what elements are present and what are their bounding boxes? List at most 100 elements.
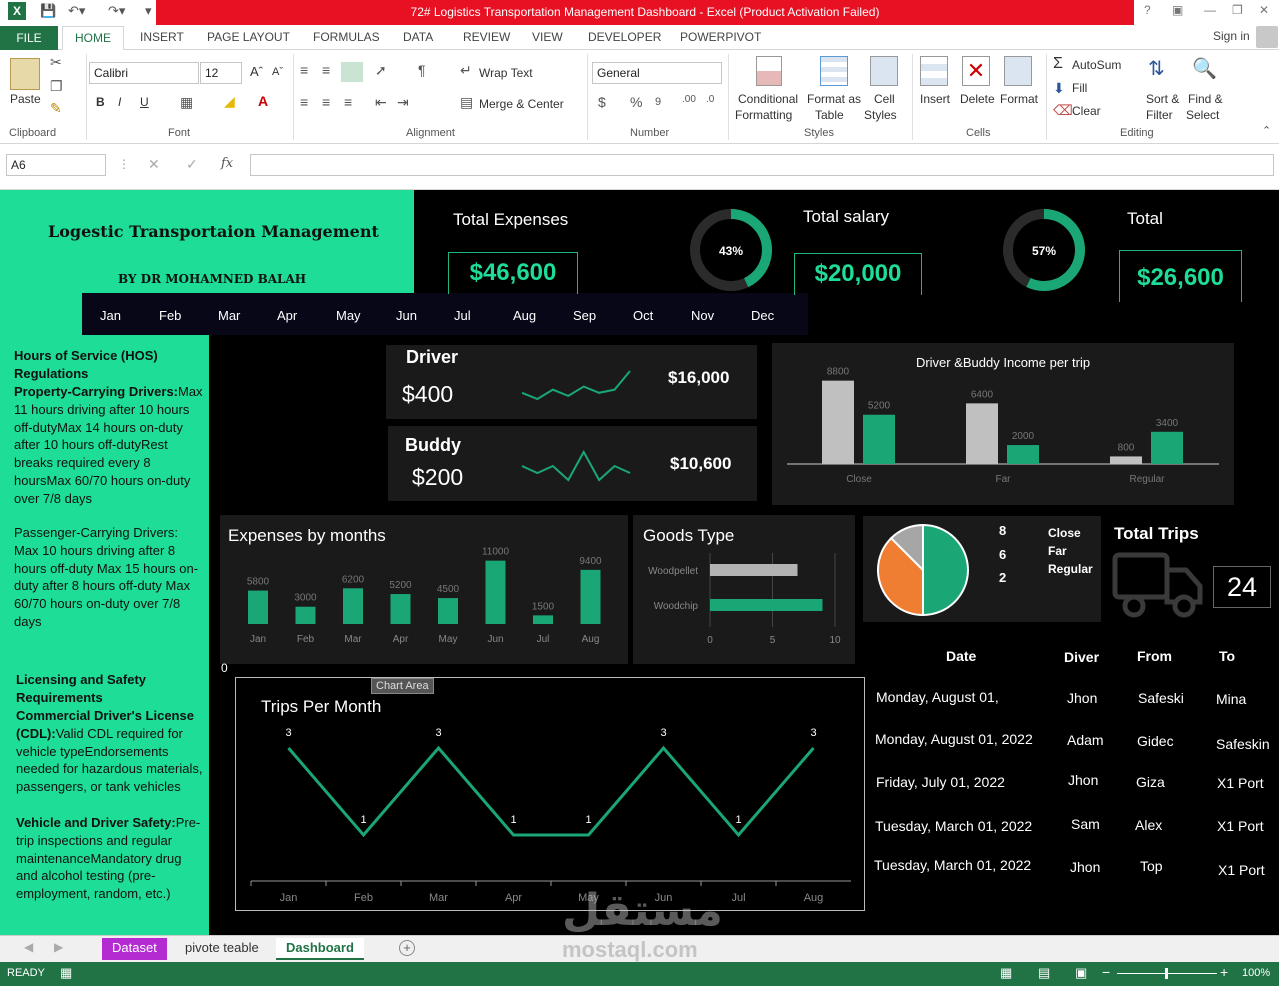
restore-icon[interactable]: ❐ (1232, 3, 1243, 17)
tab-review[interactable]: REVIEW (463, 30, 510, 44)
tab-formulas[interactable]: FORMULAS (313, 30, 380, 44)
page-break-view-icon[interactable]: ▣ (1075, 965, 1087, 981)
merge-center-icon[interactable]: ▤ (460, 94, 473, 111)
increase-indent-icon[interactable]: ⇥ (397, 94, 409, 111)
minimize-icon[interactable]: — (1204, 3, 1216, 17)
align-right-icon[interactable]: ≡ (344, 94, 352, 110)
month-button-mar[interactable]: Mar (218, 308, 240, 323)
month-button-jun[interactable]: Jun (396, 308, 417, 323)
find-select-label2[interactable]: Select (1186, 108, 1219, 122)
add-sheet-icon[interactable]: + (399, 940, 415, 956)
customize-qat-icon[interactable]: ▾ (145, 3, 152, 19)
delete-cells-icon[interactable]: ✕ (962, 56, 990, 86)
fill-icon[interactable]: ⬇ (1053, 80, 1065, 97)
cancel-entry-icon[interactable]: ✕ (148, 156, 160, 173)
find-select-icon[interactable]: 🔍 (1192, 56, 1217, 81)
number-format-select[interactable]: General (592, 62, 722, 84)
format-cells-icon[interactable] (1004, 56, 1032, 86)
month-button-jul[interactable]: Jul (454, 308, 471, 323)
sort-filter-label1[interactable]: Sort & (1146, 92, 1179, 106)
tab-powerpivot[interactable]: POWERPIVOT (680, 30, 761, 44)
user-avatar-icon[interactable] (1256, 26, 1278, 48)
font-color-icon[interactable]: A (258, 93, 268, 109)
sheet-tab-dashboard[interactable]: Dashboard (276, 938, 364, 960)
format-as-table-icon[interactable] (820, 56, 848, 86)
fill-color-icon[interactable]: ◢ (224, 93, 235, 110)
copy-icon[interactable]: ❐ (50, 78, 63, 95)
trips-per-month-chart[interactable]: Trips Per Month 3 Jan 1 Feb 3 Mar 1 Apr 1 May 3 Jun… (235, 677, 865, 911)
align-bottom-icon[interactable] (341, 62, 363, 82)
month-button-nov[interactable]: Nov (691, 308, 714, 323)
font-name-select[interactable]: Calibri (89, 62, 199, 84)
cell-styles-label2[interactable]: Styles (864, 108, 897, 122)
page-layout-view-icon[interactable]: ▤ (1038, 965, 1050, 981)
tab-page-layout[interactable]: PAGE LAYOUT (207, 30, 290, 44)
wrap-text-button[interactable]: Wrap Text (479, 66, 533, 80)
tab-data[interactable]: DATA (403, 30, 433, 44)
decrease-decimal-icon[interactable]: .0 (706, 94, 714, 105)
cell-styles-icon[interactable] (870, 56, 898, 86)
conditional-formatting-label1[interactable]: Conditional (738, 92, 798, 106)
paste-button[interactable]: Paste (10, 92, 41, 106)
undo-icon[interactable]: ↶▾ (68, 3, 85, 19)
text-direction-icon[interactable]: ¶ (418, 62, 426, 78)
delete-cells-button[interactable]: Delete (960, 92, 995, 106)
align-middle-icon[interactable]: ≡ (322, 62, 330, 78)
normal-view-icon[interactable]: ▦ (1000, 965, 1012, 981)
month-button-apr[interactable]: Apr (277, 308, 297, 323)
align-left-icon[interactable]: ≡ (300, 94, 308, 110)
sheet-tab-dataset[interactable]: Dataset (102, 938, 167, 960)
conditional-formatting-label2[interactable]: Formatting (735, 108, 792, 122)
close-icon[interactable]: ✕ (1259, 3, 1269, 17)
collapse-ribbon-icon[interactable]: ⌃ (1262, 124, 1271, 137)
conditional-formatting-icon[interactable] (756, 56, 782, 86)
paste-icon[interactable] (10, 58, 40, 90)
percent-icon[interactable]: % (630, 94, 642, 110)
comma-icon[interactable]: 9 (655, 96, 661, 108)
wrap-text-icon[interactable]: ↵ (460, 62, 472, 79)
shrink-font-icon[interactable]: Aˇ (272, 66, 283, 78)
sign-in-link[interactable]: Sign in (1213, 29, 1250, 43)
month-button-dec[interactable]: Dec (751, 308, 774, 323)
grow-font-icon[interactable]: Aˆ (250, 64, 263, 79)
month-button-sep[interactable]: Sep (573, 308, 596, 323)
save-icon[interactable]: 💾 (40, 3, 56, 19)
ribbon-display-icon[interactable]: ▣ (1172, 3, 1183, 17)
zoom-in-icon[interactable]: + (1220, 964, 1228, 980)
tab-home[interactable]: HOME (62, 26, 124, 51)
redo-icon[interactable]: ↷▾ (108, 3, 125, 19)
zoom-slider-thumb[interactable] (1165, 968, 1168, 979)
align-top-icon[interactable]: ≡ (300, 62, 308, 78)
align-center-icon[interactable]: ≡ (322, 94, 330, 110)
sort-filter-icon[interactable]: ⇅ (1148, 56, 1165, 81)
month-button-may[interactable]: May (336, 308, 361, 323)
help-icon[interactable]: ? (1144, 3, 1151, 17)
decrease-indent-icon[interactable]: ⇤ (375, 94, 387, 111)
italic-icon[interactable]: I (118, 95, 121, 109)
insert-cells-button[interactable]: Insert (920, 92, 950, 106)
format-as-table-label2[interactable]: Table (815, 108, 844, 122)
zoom-out-icon[interactable]: − (1102, 964, 1110, 980)
insert-function-icon[interactable]: fx (221, 156, 233, 171)
increase-decimal-icon[interactable]: .00 (682, 94, 696, 105)
orientation-icon[interactable]: ➚ (375, 62, 387, 79)
month-button-oct[interactable]: Oct (633, 308, 653, 323)
find-select-label1[interactable]: Find & (1188, 92, 1223, 106)
name-box[interactable]: A6 (6, 154, 106, 176)
merge-center-button[interactable]: Merge & Center (479, 97, 564, 111)
format-cells-button[interactable]: Format (1000, 92, 1038, 106)
underline-icon[interactable]: U (140, 95, 149, 109)
currency-icon[interactable]: $ (598, 94, 606, 110)
month-button-feb[interactable]: Feb (159, 308, 181, 323)
tab-view[interactable]: VIEW (532, 30, 563, 44)
tab-developer[interactable]: DEVELOPER (588, 30, 661, 44)
fill-button[interactable]: Fill (1072, 81, 1087, 95)
cut-icon[interactable]: ✂ (50, 54, 62, 71)
format-painter-icon[interactable]: ✎ (50, 100, 62, 117)
scroll-left-icon[interactable]: ◀ (24, 940, 33, 954)
font-size-select[interactable]: 12 (200, 62, 242, 84)
sheet-tab-pivote-teable[interactable]: pivote teable (175, 938, 269, 960)
macro-record-icon[interactable]: ▦ (60, 965, 72, 981)
scroll-right-icon[interactable]: ▶ (54, 940, 63, 954)
month-button-aug[interactable]: Aug (513, 308, 536, 323)
